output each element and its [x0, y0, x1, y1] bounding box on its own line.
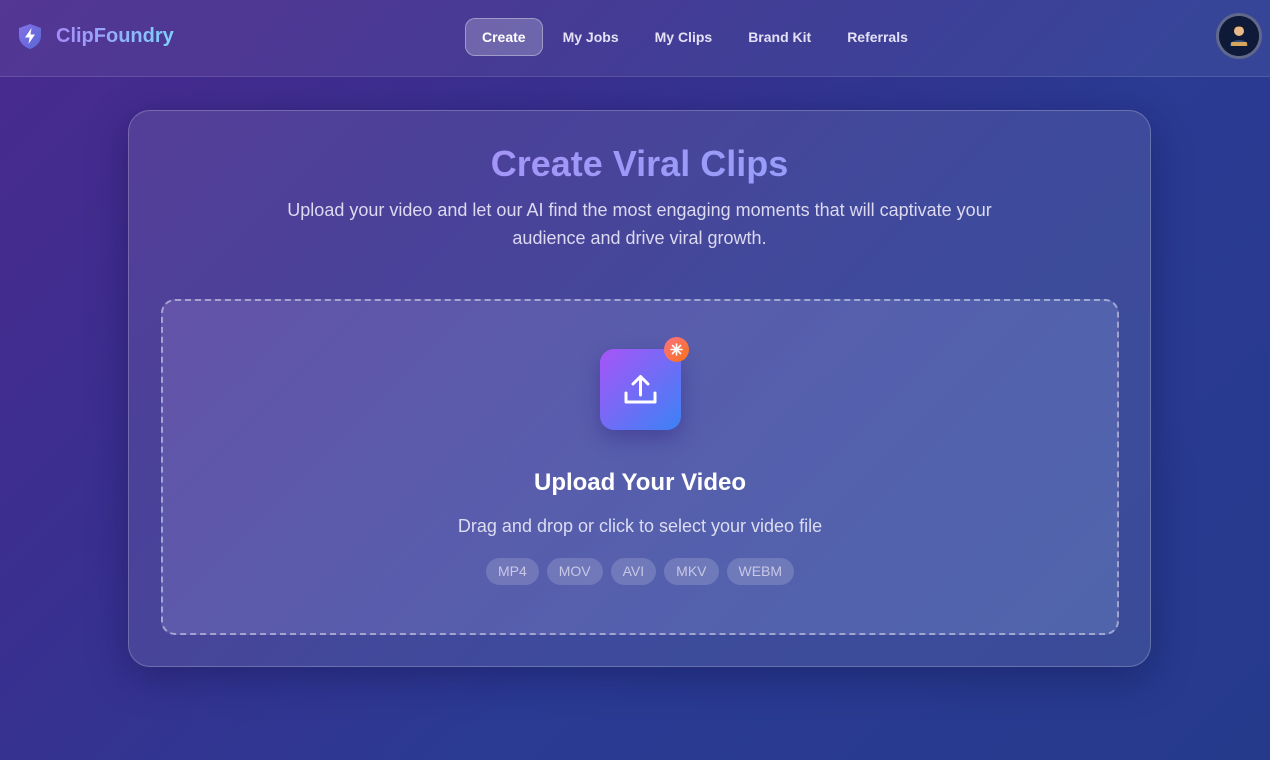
sparkle-icon [670, 343, 683, 356]
page-subtitle: Upload your video and let our AI find th… [287, 200, 992, 248]
brand[interactable]: ClipFoundry [16, 20, 174, 52]
main-nav: Create My Jobs My Clips Brand Kit Referr… [465, 18, 928, 56]
upload-title: Upload Your Video [533, 469, 747, 496]
upload-instructions: Drag and drop or click to select your vi… [457, 516, 823, 536]
brand-name: ClipFoundry [56, 24, 174, 47]
format-badge-mp4: MP4 [485, 558, 539, 585]
video-dropzone[interactable]: Upload Your Video Drag and drop or click… [161, 299, 1119, 635]
format-badge-mkv: MKV [664, 558, 719, 585]
upload-tile[interactable] [600, 349, 681, 430]
format-badge-webm: WEBM [726, 558, 795, 585]
create-card: Create Viral Clips Upload your video and… [128, 110, 1151, 667]
nav-item-referrals[interactable]: Referrals [831, 18, 924, 56]
nav-item-my-jobs[interactable]: My Jobs [547, 18, 635, 56]
supported-formats: MP4 MOV AVI MKV WEBM [163, 558, 1117, 585]
format-badge-mov: MOV [546, 558, 603, 585]
format-badge-avi: AVI [610, 558, 657, 585]
nav-item-brand-kit[interactable]: Brand Kit [732, 18, 827, 56]
user-avatar-icon [1219, 16, 1259, 56]
user-avatar[interactable] [1216, 13, 1262, 59]
top-navigation-bar: ClipFoundry Create My Jobs My Clips Bran… [0, 0, 1270, 77]
lightning-shield-icon [19, 24, 41, 49]
nav-item-create[interactable]: Create [465, 18, 543, 56]
nav-item-my-clips[interactable]: My Clips [639, 18, 729, 56]
page-title: Create Viral Clips [129, 143, 1150, 185]
upload-icon [624, 375, 657, 404]
sparkle-badge [664, 337, 689, 362]
